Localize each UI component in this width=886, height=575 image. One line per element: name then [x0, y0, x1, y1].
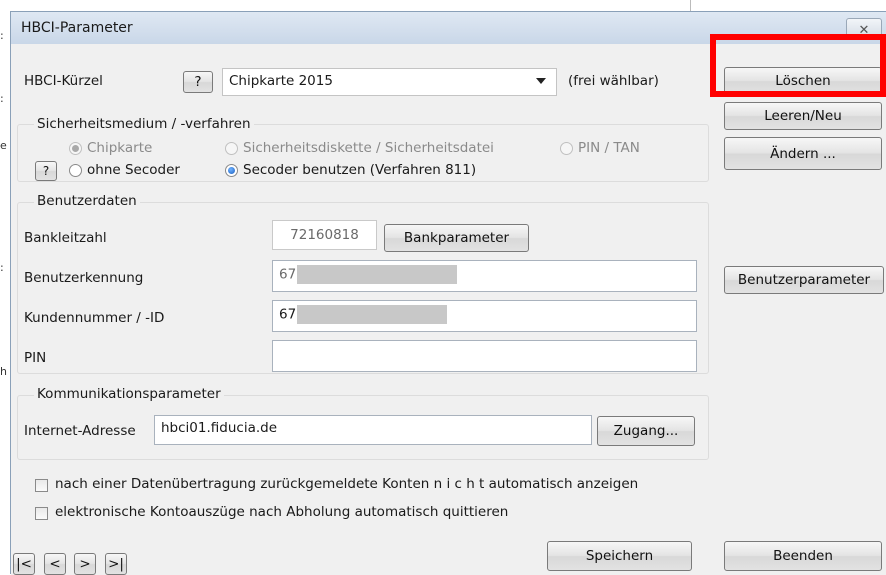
dialog-title: HBCI-Parameter: [21, 20, 133, 36]
secoder-radio[interactable]: [225, 164, 238, 177]
chevron-down-icon: [536, 78, 546, 84]
help-icon: ?: [42, 164, 50, 178]
first-icon: |<: [16, 556, 32, 572]
no-auto-show-label: nach einer Datenübertragung zurückgemeld…: [55, 476, 639, 492]
next-record-button[interactable]: >: [74, 553, 96, 575]
communication-group-label: Kommunikationsparameter: [34, 386, 224, 402]
exit-button[interactable]: Beenden: [724, 541, 882, 571]
background-mark: :: [0, 92, 4, 105]
background-mark: :: [0, 29, 4, 42]
profile-help-button[interactable]: ?: [183, 71, 213, 93]
highlight-frame: [710, 34, 886, 97]
bankleitzahl-field[interactable]: 72160818: [272, 220, 377, 250]
chipkarte-radio[interactable]: [69, 142, 82, 155]
security-group-label: Sicherheitsmedium / -verfahren: [34, 116, 254, 132]
benutzerkennung-field[interactable]: 67: [272, 260, 697, 292]
chipkarte-label: Chipkarte: [87, 140, 153, 156]
profile-hint: (frei wählbar): [568, 73, 659, 89]
ohne-secoder-radio[interactable]: [69, 164, 82, 177]
zugang-button[interactable]: Zugang...: [597, 416, 695, 446]
background-mark: :: [0, 261, 4, 274]
pin-field[interactable]: [272, 340, 697, 372]
help-icon: ?: [194, 74, 202, 90]
profile-select-value: Chipkarte 2015: [229, 73, 333, 89]
profile-label: HBCI-Kürzel: [24, 73, 103, 89]
diskette-label: Sicherheitsdiskette / Sicherheitsdatei: [243, 140, 494, 156]
change-button[interactable]: Ändern ...: [724, 137, 882, 170]
redacted-value: [297, 265, 458, 284]
profile-select[interactable]: Chipkarte 2015: [222, 68, 557, 96]
no-auto-show-checkbox[interactable]: [35, 479, 48, 492]
dialog-content: HBCI-Kürzel ? Chipkarte 2015 (frei wählb…: [11, 44, 886, 575]
previous-icon: <: [49, 556, 61, 572]
first-record-button[interactable]: |<: [13, 553, 35, 575]
user-data-group-label: Benutzerdaten: [34, 193, 140, 209]
previous-record-button[interactable]: <: [44, 553, 66, 575]
security-help-button[interactable]: ?: [35, 161, 57, 181]
diskette-radio[interactable]: [225, 142, 238, 155]
save-button[interactable]: Speichern: [547, 541, 692, 571]
bankleitzahl-value: 72160818: [290, 227, 359, 243]
pin-tan-radio[interactable]: [560, 142, 573, 155]
benutzerkennung-value: 67: [279, 266, 297, 283]
background-mark: e: [0, 139, 7, 152]
next-icon: >: [79, 556, 91, 572]
redacted-value: [297, 305, 448, 324]
kundennummer-field[interactable]: 67: [272, 300, 697, 332]
benutzerkennung-label: Benutzerkennung: [24, 270, 144, 286]
bankparameter-button[interactable]: Bankparameter: [384, 224, 529, 252]
last-record-button[interactable]: >|: [105, 553, 127, 575]
auto-acknowledge-label: elektronische Kontoauszüge nach Abholung…: [55, 504, 509, 520]
clear-new-button[interactable]: Leeren/Neu: [724, 102, 882, 130]
internet-address-value: hbci01.fiducia.de: [161, 420, 278, 436]
pin-label: PIN: [24, 350, 47, 366]
secoder-label: Secoder benutzen (Verfahren 811): [243, 162, 477, 178]
internet-address-field[interactable]: hbci01.fiducia.de: [154, 415, 592, 445]
ohne-secoder-label: ohne Secoder: [87, 162, 180, 178]
pin-tan-label: PIN / TAN: [578, 140, 640, 156]
last-icon: >|: [108, 556, 124, 572]
background-mark: h: [0, 365, 7, 378]
user-parameter-button[interactable]: Benutzerparameter: [724, 266, 884, 294]
internet-address-label: Internet-Adresse: [24, 423, 136, 439]
kundennummer-label: Kundennummer / -ID: [24, 310, 165, 326]
bankleitzahl-label: Bankleitzahl: [24, 230, 107, 246]
kundennummer-value: 67: [279, 306, 297, 323]
auto-acknowledge-checkbox[interactable]: [35, 507, 48, 520]
